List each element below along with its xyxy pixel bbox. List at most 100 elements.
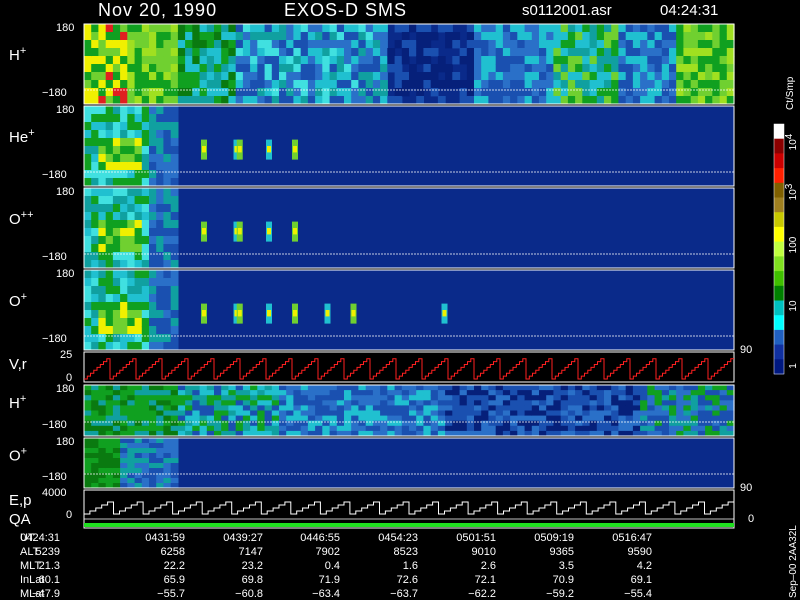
heatmap-cell <box>380 400 388 406</box>
heatmap-cell <box>170 154 179 163</box>
heatmap-cell <box>84 114 92 123</box>
heatmap-cell <box>589 72 598 81</box>
heatmap-cell <box>228 88 237 97</box>
heatmap-cell <box>553 385 562 391</box>
heatmap-cell <box>170 88 179 97</box>
heatmap-cell <box>235 56 244 65</box>
heatmap-cell <box>459 410 468 416</box>
heatmap-cell <box>495 405 504 411</box>
heatmap-cell <box>134 88 143 97</box>
heatmap-cell <box>163 415 172 422</box>
heatmap-cell <box>380 410 388 416</box>
heatmap-cell <box>560 415 569 422</box>
heatmap-cell <box>134 40 143 49</box>
heatmap-cell <box>409 72 417 81</box>
heatmap-cell <box>661 40 670 49</box>
heatmap-cell <box>488 32 497 41</box>
heatmap-cell <box>488 405 497 411</box>
heatmap-cell <box>177 390 186 396</box>
heatmap-cell <box>632 48 641 57</box>
heatmap-cell <box>221 24 229 33</box>
heatmap-cell <box>149 24 157 33</box>
panel-h-plus-1: H+180−180 <box>9 22 735 105</box>
heatmap-cell <box>481 88 489 97</box>
heatmap-cell <box>170 244 179 253</box>
heatmap-cell <box>372 410 381 416</box>
heatmap-cell <box>134 212 143 221</box>
heatmap-cell <box>120 212 128 221</box>
heatmap-cell <box>502 32 511 41</box>
heatmap-cell <box>495 96 504 105</box>
heatmap-cell <box>105 48 114 57</box>
heatmap-cell <box>510 24 518 33</box>
heatmap-cell <box>705 32 713 41</box>
heatmap-cell <box>156 32 164 41</box>
heatmap-cell <box>676 425 684 432</box>
heatmap-cell <box>163 106 172 115</box>
heatmap-cell <box>560 80 569 89</box>
heatmap-cell <box>466 40 475 49</box>
heatmap-cell <box>134 334 143 343</box>
heatmap-cell <box>553 400 562 406</box>
heatmap-cell <box>625 395 634 401</box>
ep-right-bottom: 0 <box>748 513 754 525</box>
heatmap-cell <box>120 204 128 213</box>
heatmap-cell <box>141 294 150 303</box>
heatmap-cell <box>185 88 193 97</box>
heatmap-cell <box>640 48 648 57</box>
heatmap-cell <box>510 80 518 89</box>
heatmap-cell <box>690 72 699 81</box>
heatmap-cell <box>380 64 388 73</box>
heatmap-cell <box>567 425 576 432</box>
heatmap-cell <box>322 88 331 97</box>
heatmap-cell <box>647 64 656 73</box>
heatmap-cell <box>466 410 475 416</box>
heatmap-cell <box>120 342 128 351</box>
heatmap-cell <box>380 405 388 411</box>
heatmap-cell <box>235 88 244 97</box>
heatmap-cell <box>134 400 143 406</box>
heatmap-cell <box>437 405 446 411</box>
colorbar-tick: 10 <box>788 300 799 312</box>
heatmap-cell <box>683 88 692 97</box>
heatmap-cell <box>676 48 684 57</box>
heatmap-cell <box>127 48 136 57</box>
heatmap-cell <box>134 458 143 464</box>
heatmap-cell <box>127 326 136 335</box>
heatmap-cell <box>474 88 482 97</box>
heatmap-cell <box>596 425 605 432</box>
heatmap-cell <box>84 130 92 139</box>
heatmap-cell <box>112 122 121 131</box>
heatmap-cell <box>286 420 294 427</box>
heatmap-cell <box>300 410 309 416</box>
heatmap-cell <box>134 236 143 245</box>
burst-core <box>267 228 271 235</box>
heatmap-cell <box>84 88 92 97</box>
heatmap-cell <box>582 420 591 427</box>
heatmap-cell <box>98 318 107 327</box>
heatmap-cell <box>134 438 143 444</box>
heatmap-cell <box>430 72 439 81</box>
heatmap-cell <box>322 405 331 411</box>
burst-core <box>293 146 297 153</box>
heatmap-cell <box>409 64 417 73</box>
colorbar-segment <box>774 285 784 301</box>
heatmap-cell <box>416 72 424 81</box>
heatmap-cell <box>206 400 215 406</box>
heatmap-cell <box>365 400 374 406</box>
heatmap-cell <box>192 425 201 432</box>
heatmap-cell <box>98 220 107 229</box>
heatmap-cell <box>91 448 99 454</box>
heatmap-cell <box>336 48 345 57</box>
heatmap-cell <box>416 32 424 41</box>
heatmap-cell <box>358 96 367 105</box>
heatmap-cell <box>502 56 511 65</box>
heatmap-cell <box>669 420 677 427</box>
heatmap-cell <box>120 220 128 229</box>
heatmap-cell <box>141 390 150 396</box>
heatmap-cell <box>156 294 164 303</box>
heatmap-cell <box>669 24 677 33</box>
heatmap-cell <box>163 212 172 221</box>
heatmap-cell <box>120 395 128 401</box>
heatmap-cell <box>329 80 338 89</box>
